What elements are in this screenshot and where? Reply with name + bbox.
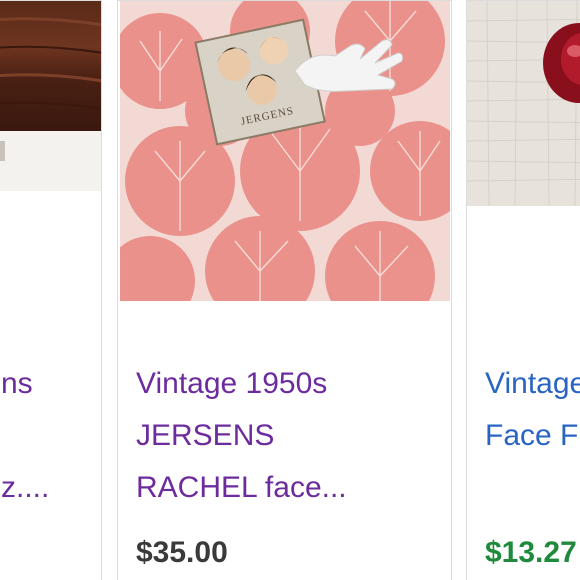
listing-title[interactable]: ns z.... [1,358,49,514]
listing-price: $35.00 [136,536,228,569]
listing-title-line: Face F [485,419,579,452]
listing-thumbnail[interactable] [0,1,101,191]
listing-thumbnail[interactable]: JERGENS [120,1,450,301]
listing-price: $13.27 [485,536,577,569]
listing-carousel: ns z.... JERGENS Vintage 1950s JERSENS R… [0,0,580,580]
listing-card[interactable]: Vintage Face F $13.27 [466,0,580,580]
listing-title[interactable]: Vintage 1950s JERSENS RACHEL face... [136,358,347,514]
listing-title-line: JERSENS [136,419,275,452]
wood-surface-photo [0,1,101,191]
listing-title-line: ns [1,367,33,400]
listing-title-line: RACHEL face... [136,471,347,504]
listing-card[interactable]: ns z.... [0,0,102,580]
listing-thumbnail[interactable] [467,1,580,206]
listing-title-line: Vintage [485,367,580,400]
listing-title-line: z.... [1,471,50,504]
listing-title[interactable]: Vintage Face F [485,358,580,462]
listing-title-line: Vintage 1950s [136,367,328,400]
listing-card[interactable]: JERGENS Vintage 1950s JERSENS RACHEL fac… [117,0,452,580]
listing-title-line [1,410,49,462]
red-glass-dish-photo [467,1,580,206]
jergens-compact-on-coral-fabric-photo: JERGENS [120,1,450,301]
